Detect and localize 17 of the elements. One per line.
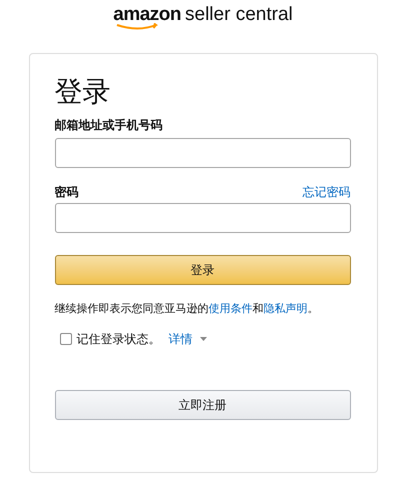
terms-of-use-link[interactable]: 使用条件 <box>208 302 252 315</box>
remember-checkbox[interactable] <box>60 333 72 345</box>
terms-text: 继续操作即表示您同意亚马逊的使用条件和隐私声明。 <box>54 301 320 317</box>
privacy-notice-link[interactable]: 隐私声明 <box>264 302 308 315</box>
caret-icon[interactable] <box>200 337 206 341</box>
forgot-password-link[interactable]: 忘记密码 <box>302 184 350 200</box>
page-title: 登录 <box>54 74 112 110</box>
register-button[interactable]: 立即注册 <box>54 390 350 420</box>
remember-label: 记住登录状态。 <box>76 331 160 347</box>
sign-in-button[interactable]: 登录 <box>54 255 350 285</box>
logo-brand: amazon <box>113 4 182 26</box>
logo-product: seller central <box>185 4 293 26</box>
details-link[interactable]: 详情 <box>168 331 192 347</box>
password-field[interactable] <box>54 203 350 233</box>
email-field[interactable] <box>54 138 350 168</box>
password-label: 密码 <box>54 184 78 200</box>
email-label: 邮箱地址或手机号码 <box>54 117 164 133</box>
